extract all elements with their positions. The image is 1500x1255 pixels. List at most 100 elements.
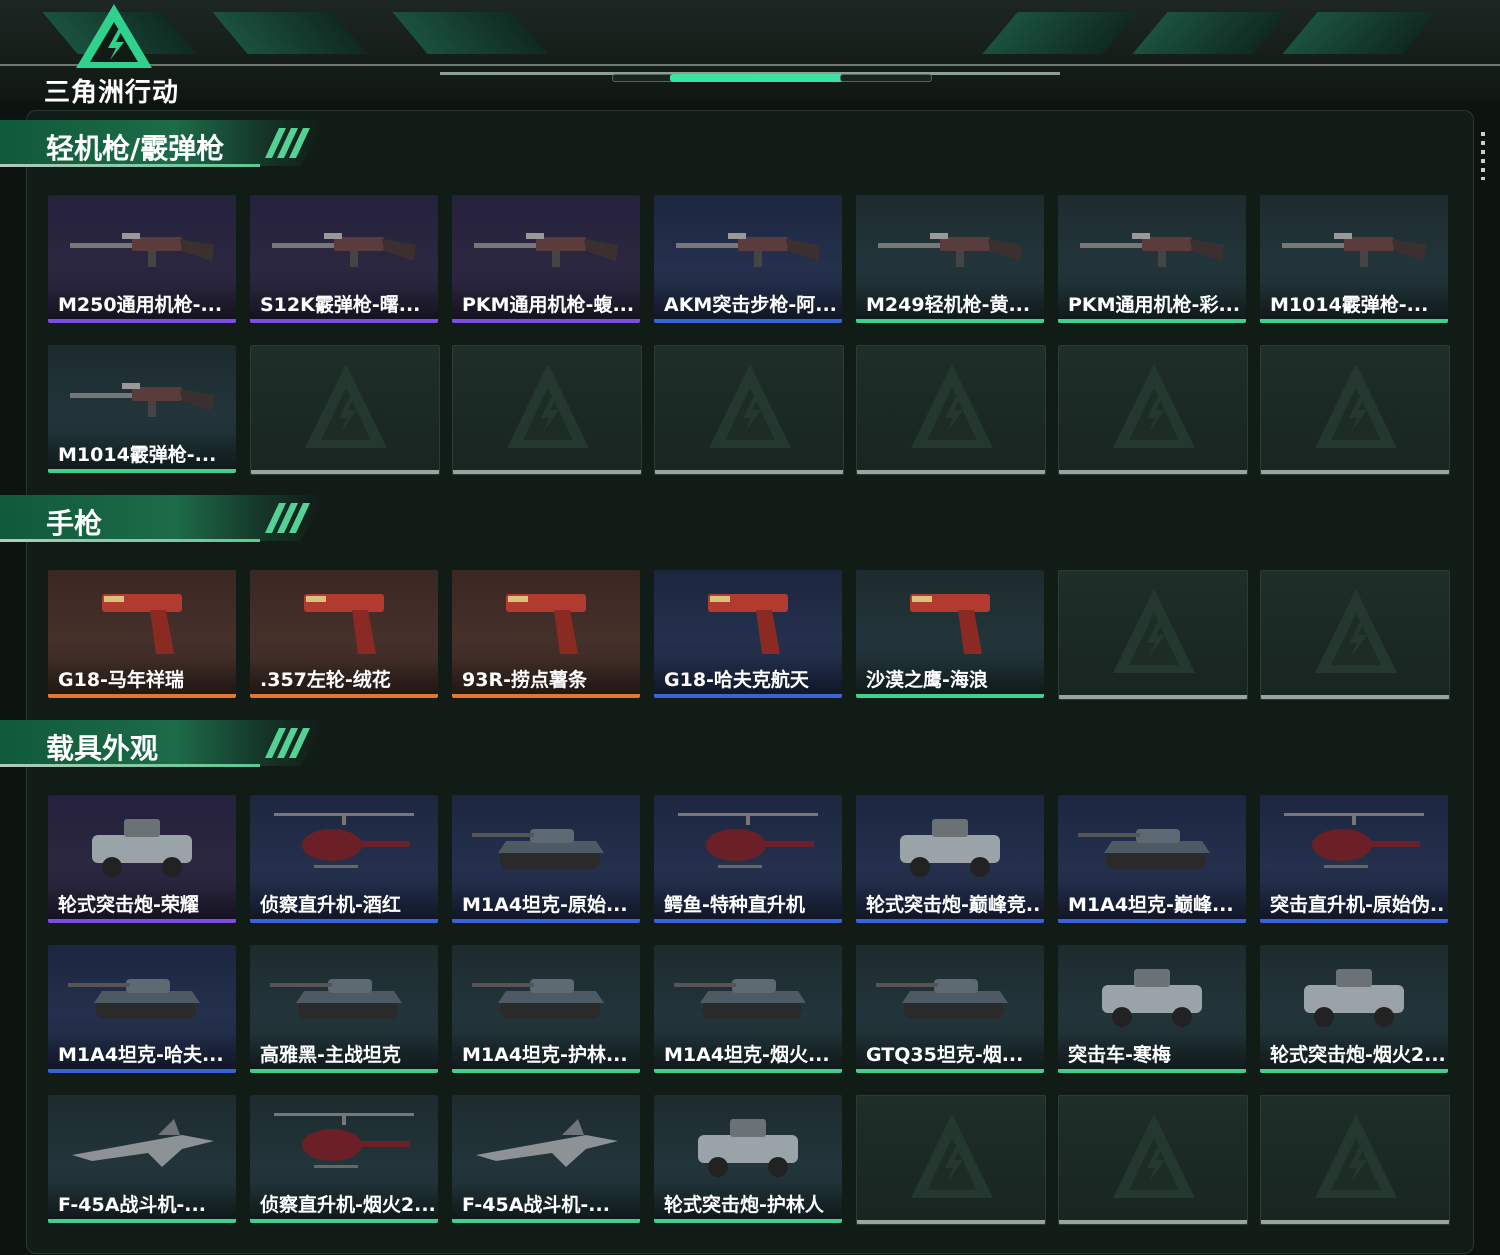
- skin-card[interactable]: 轮式突击炮-护林人: [654, 1095, 842, 1223]
- rarity-bar: [1260, 919, 1448, 923]
- skin-card[interactable]: PKM通用机枪-彩...: [1058, 195, 1246, 323]
- delta-watermark-icon: [305, 364, 387, 448]
- rarity-bar: [857, 1220, 1045, 1224]
- banner-rail: [0, 64, 1500, 66]
- machine-gun-icon: [878, 233, 1022, 267]
- top-banner: 三角洲行动: [0, 0, 1500, 108]
- skin-card[interactable]: S12K霰弹枪-曙...: [250, 195, 438, 323]
- rarity-bar: [654, 1069, 842, 1073]
- skin-name: M1A4坦克-原始...: [462, 894, 628, 916]
- skin-card[interactable]: PKM通用机枪-蝮...: [452, 195, 640, 323]
- skin-card[interactable]: 轮式突击炮-烟火2...: [1260, 945, 1448, 1073]
- banner-stripe: [1132, 12, 1288, 54]
- skin-card[interactable]: 沙漠之鹰-海浪: [856, 570, 1044, 698]
- rarity-bar: [452, 694, 640, 698]
- rarity-bar: [1261, 695, 1449, 699]
- skin-card[interactable]: M249轻机枪-黄...: [856, 195, 1044, 323]
- skin-name: 轮式突击炮-护林人: [664, 1194, 824, 1216]
- rarity-bar: [1058, 1069, 1246, 1073]
- skin-name: M1A4坦克-哈夫...: [58, 1044, 224, 1066]
- rifle-icon: [676, 233, 820, 267]
- skin-card[interactable]: 侦察直升机-烟火2...: [250, 1095, 438, 1223]
- rarity-bar: [1261, 1220, 1449, 1224]
- skin-card[interactable]: 突击直升机-原始伪...: [1260, 795, 1448, 923]
- skin-name: M1A4坦克-烟火...: [664, 1044, 830, 1066]
- skin-name: AKM突击步枪-阿...: [664, 294, 837, 316]
- shotgun-icon: [1282, 233, 1426, 267]
- delta-watermark-icon: [911, 364, 993, 448]
- empty-slot: [452, 345, 642, 475]
- pistol-icon: [708, 594, 788, 654]
- section-header: 载具外观: [0, 720, 330, 770]
- delta-watermark-icon: [1315, 1114, 1397, 1198]
- tank-icon: [674, 979, 806, 1019]
- skin-card[interactable]: M1A4坦克-原始...: [452, 795, 640, 923]
- skin-card[interactable]: 高雅黑-主战坦克: [250, 945, 438, 1073]
- helicopter-icon: [274, 1113, 414, 1168]
- skin-name: 鳄鱼-特种直升机: [664, 894, 805, 916]
- skin-card[interactable]: GTQ35坦克-烟...: [856, 945, 1044, 1073]
- skin-card[interactable]: M1A4坦克-护林...: [452, 945, 640, 1073]
- rarity-bar: [250, 1069, 438, 1073]
- skin-name: 突击车-寒梅: [1068, 1044, 1171, 1066]
- rarity-bar: [1059, 1220, 1247, 1224]
- pistol-icon: [102, 594, 182, 654]
- rarity-bar: [453, 470, 641, 474]
- empty-slot: [856, 345, 1046, 475]
- rarity-bar: [654, 694, 842, 698]
- rarity-bar: [856, 319, 1044, 323]
- empty-slot: [1058, 1095, 1248, 1225]
- skin-card[interactable]: AKM突击步枪-阿...: [654, 195, 842, 323]
- rarity-bar: [48, 469, 236, 473]
- tank-icon: [472, 979, 604, 1019]
- skin-card[interactable]: 轮式突击炮-荣耀: [48, 795, 236, 923]
- scrollbar[interactable]: [1481, 132, 1485, 180]
- armored-car-icon: [92, 819, 192, 877]
- skin-card[interactable]: M1014霰弹枪-...: [48, 345, 236, 473]
- fighter-jet-icon: [72, 1119, 214, 1167]
- empty-slot: [250, 345, 440, 475]
- rarity-bar: [250, 1219, 438, 1223]
- delta-watermark-icon: [507, 364, 589, 448]
- skin-card[interactable]: M250通用机枪-...: [48, 195, 236, 323]
- skin-card[interactable]: M1A4坦克-巅峰...: [1058, 795, 1246, 923]
- skin-card[interactable]: G18-哈夫克航天: [654, 570, 842, 698]
- delta-watermark-icon: [1113, 364, 1195, 448]
- empty-slot: [1260, 345, 1450, 475]
- skin-name: M1A4坦克-巅峰...: [1068, 894, 1234, 916]
- rarity-bar: [250, 319, 438, 323]
- tank-icon: [1078, 829, 1210, 869]
- rarity-bar: [452, 1219, 640, 1223]
- rarity-bar: [655, 470, 843, 474]
- delta-watermark-icon: [1113, 1114, 1195, 1198]
- skin-card[interactable]: 突击车-寒梅: [1058, 945, 1246, 1073]
- skin-card[interactable]: 轮式突击炮-巅峰竞...: [856, 795, 1044, 923]
- rarity-bar: [452, 919, 640, 923]
- skin-card[interactable]: 93R-捞点薯条: [452, 570, 640, 698]
- empty-slot: [1260, 1095, 1450, 1225]
- rarity-bar: [1260, 319, 1448, 323]
- delta-triangle-icon: [76, 4, 152, 68]
- skin-card[interactable]: M1A4坦克-哈夫...: [48, 945, 236, 1073]
- skin-name: 93R-捞点薯条: [462, 669, 587, 691]
- shotgun-icon: [70, 383, 214, 417]
- skin-card[interactable]: 鳄鱼-特种直升机: [654, 795, 842, 923]
- skin-name: 侦察直升机-酒红: [260, 894, 401, 916]
- skin-card[interactable]: M1014霰弹枪-...: [1260, 195, 1448, 323]
- skin-name: GTQ35坦克-烟...: [866, 1044, 1024, 1066]
- skin-name: M1A4坦克-护林...: [462, 1044, 628, 1066]
- skin-name: M1014霰弹枪-...: [58, 444, 217, 466]
- skin-name: F-45A战斗机-...: [462, 1194, 610, 1216]
- skin-name: PKM通用机枪-蝮...: [462, 294, 635, 316]
- helicopter-icon: [1284, 813, 1424, 868]
- empty-slot: [654, 345, 844, 475]
- skin-card[interactable]: .357左轮-绒花: [250, 570, 438, 698]
- skin-name: 轮式突击炮-荣耀: [58, 894, 199, 916]
- skin-card[interactable]: G18-马年祥瑞: [48, 570, 236, 698]
- skin-card[interactable]: F-45A战斗机-...: [48, 1095, 236, 1223]
- skin-card[interactable]: M1A4坦克-烟火...: [654, 945, 842, 1073]
- page-indicator: [840, 74, 932, 82]
- skin-card[interactable]: 侦察直升机-酒红: [250, 795, 438, 923]
- skin-card[interactable]: F-45A战斗机-...: [452, 1095, 640, 1223]
- rarity-bar: [1059, 470, 1247, 474]
